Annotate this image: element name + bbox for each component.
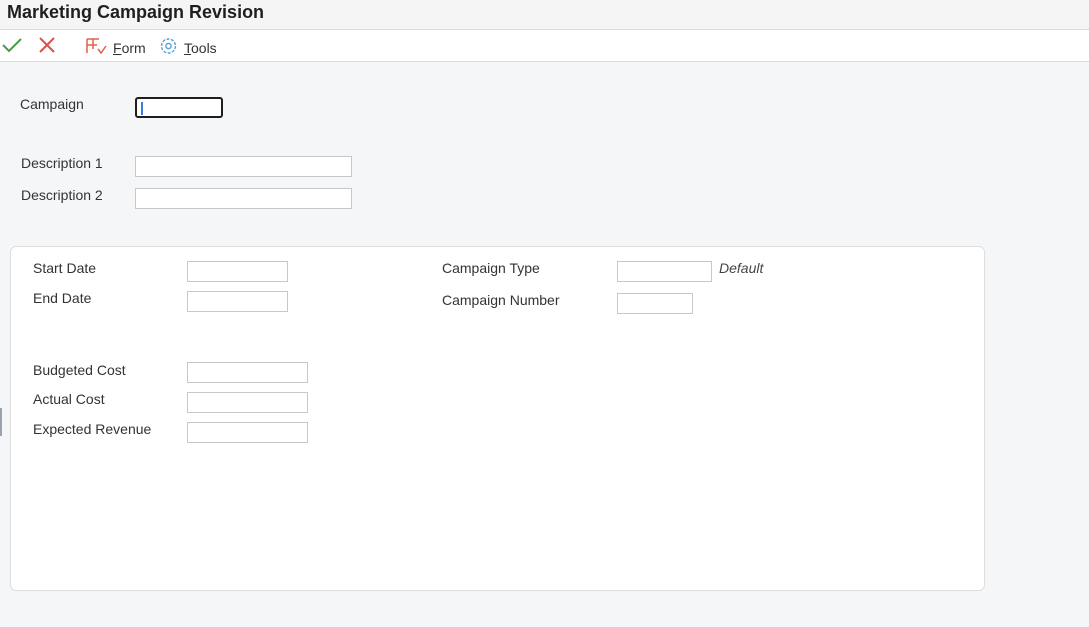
tools-menu[interactable]: Tools [159, 37, 217, 58]
title-bar: Marketing Campaign Revision [0, 0, 1089, 30]
tools-menu-label: Tools [184, 39, 217, 56]
campaign-type-hint: Default [719, 260, 764, 276]
actual-cost-label: Actual Cost [33, 391, 105, 407]
campaign-number-field[interactable] [617, 293, 693, 314]
window-title: Marketing Campaign Revision [7, 2, 265, 22]
checkmark-icon[interactable] [1, 36, 23, 57]
campaign-type-field[interactable] [617, 261, 712, 282]
description1-field[interactable] [135, 156, 352, 177]
expected-revenue-label: Expected Revenue [33, 421, 152, 437]
expected-revenue-field[interactable] [187, 422, 308, 443]
budgeted-cost-label: Budgeted Cost [33, 362, 126, 378]
start-date-label: Start Date [33, 260, 97, 276]
start-date-field[interactable] [187, 261, 288, 282]
end-date-field[interactable] [187, 291, 288, 312]
campaign-field[interactable] [135, 97, 223, 118]
budgeted-cost-field[interactable] [187, 362, 308, 383]
form-menu-label: Form [113, 39, 146, 56]
campaign-number-label: Campaign Number [442, 292, 560, 308]
description2-label: Description 2 [21, 187, 103, 203]
gear-icon [159, 37, 178, 58]
form-icon [85, 37, 107, 58]
toolbar: Form Tools [0, 30, 1089, 62]
description2-field[interactable] [135, 188, 352, 209]
campaign-type-label: Campaign Type [442, 260, 540, 276]
campaign-label: Campaign [20, 96, 84, 112]
end-date-label: End Date [33, 290, 92, 306]
description1-label: Description 1 [21, 155, 103, 171]
text-caret [141, 102, 143, 115]
form-menu[interactable]: Form [85, 37, 146, 58]
close-icon[interactable] [38, 37, 56, 57]
actual-cost-field[interactable] [187, 392, 308, 413]
side-panel-handle[interactable] [0, 408, 2, 436]
